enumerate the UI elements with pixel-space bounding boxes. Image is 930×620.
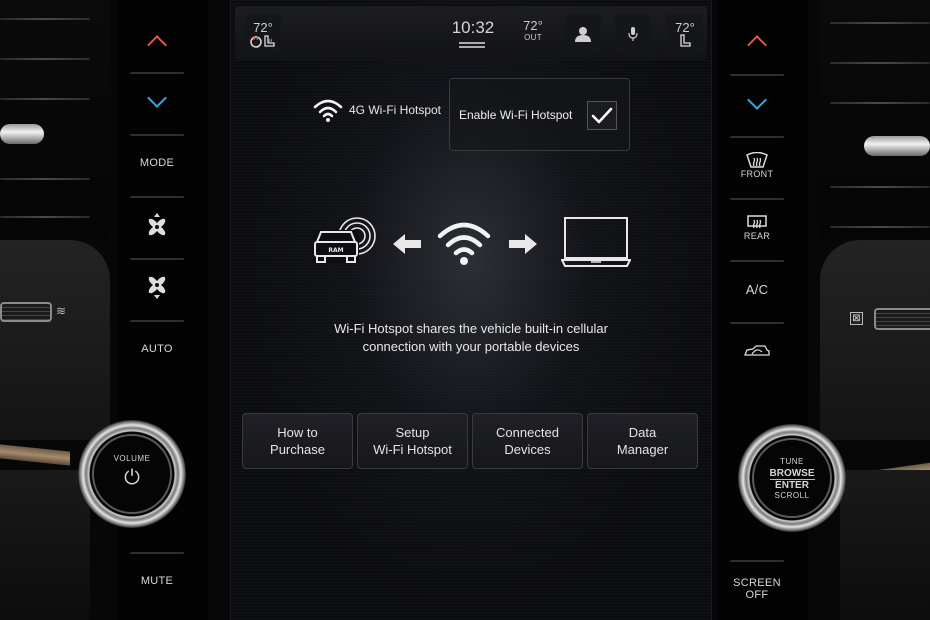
outside-temperature: 72° OUT [517,18,549,42]
browse-label: BROWSE [769,467,815,480]
volume-knob[interactable]: VOLUME ⏻ [78,420,186,528]
right-air-vent [820,0,930,240]
mode-button[interactable]: MODE [126,134,188,192]
chevron-up-icon [747,35,767,55]
how-to-purchase-button[interactable]: How to Purchase [242,413,353,469]
rear-defrost-button[interactable]: REAR [726,198,788,256]
screen-off-button[interactable]: SCREEN OFF [726,560,788,618]
right-vent-control[interactable]: ⊠ [850,306,930,332]
hotspot-menu: How to Purchase Setup Wi-Fi Hotspot Conn… [242,413,698,469]
fan-down-button[interactable] [126,258,188,316]
microphone-icon [628,27,638,41]
menu-label-line1: Setup [395,425,430,440]
menu-label-line2: Purchase [270,442,325,457]
scroll-label: SCROLL [774,490,810,500]
description-line-1: Wi-Fi Hotspot shares the vehicle built-i… [334,321,608,336]
hotspot-description: Wi-Fi Hotspot shares the vehicle built-i… [271,320,671,356]
laptop-icon [561,217,631,267]
arrow-left-icon [393,234,421,254]
front-defrost-icon [746,151,768,168]
menu-label-line1: Connected [496,425,559,440]
driver-temp: 72° [253,19,273,35]
browse-enter-knob[interactable]: TUNE BROWSE ENTER SCROLL [738,424,846,532]
right-dash-panel [820,240,930,440]
rear-defrost-icon [747,214,767,228]
mute-label: MUTE [140,575,174,587]
hotspot-diagram: RAM [311,210,631,275]
voice-button[interactable] [615,14,651,54]
left-dash-panel [0,240,110,440]
auto-button[interactable]: AUTO [126,320,188,378]
passenger-climate-tile[interactable]: 72° [667,14,703,54]
enable-hotspot-label: Enable Wi-Fi Hotspot [459,108,573,122]
mode-label: MODE [139,157,175,169]
left-lower-panel [0,470,90,620]
wifi-icon [437,222,491,265]
enable-hotspot-checkbox[interactable] [587,101,617,130]
passenger-temp: 72° [675,19,695,35]
chevron-up-icon [147,35,167,55]
driver-temp-down-button[interactable] [126,72,188,130]
driver-temp-up-button[interactable] [126,12,188,70]
enable-hotspot-toggle[interactable]: Enable Wi-Fi Hotspot [449,78,630,151]
outside-temp-label: OUT [524,33,542,42]
right-lower-panel [840,470,930,620]
touchscreen: 72° 10:32 72° OUT 72° 4G Wi-Fi Hotspot E… [230,0,712,620]
wifi-icon [313,99,343,122]
mute-button[interactable]: MUTE [126,552,188,610]
checkmark-icon [591,107,613,123]
ac-button[interactable]: A/C [726,260,788,318]
chevron-down-icon [747,90,767,110]
recirculate-icon [744,345,770,356]
menu-label-line1: How to [277,425,318,440]
heated-seat-icon [250,34,275,48]
vent-shutoff-icon: ⊠ [850,312,863,325]
passenger-temp-up-button[interactable] [726,12,788,70]
data-manager-button[interactable]: Data Manager [587,413,698,469]
hotspot-title: 4G Wi-Fi Hotspot [313,98,441,122]
power-icon: ⏻ [124,466,140,489]
rear-defrost-label: REAR [743,230,771,241]
screen-off-label-2: OFF [745,589,769,601]
seat-icon [680,33,691,47]
front-defrost-button[interactable]: FRONT [726,136,788,194]
driver-climate-tile[interactable]: 72° [245,14,281,54]
front-defrost-label: FRONT [740,168,774,179]
hotspot-title-text: 4G Wi-Fi Hotspot [349,103,442,117]
left-air-vent [0,0,110,240]
left-trim-accent [0,444,70,466]
user-icon [575,27,591,42]
svg-text:RAM: RAM [328,247,343,254]
chevron-down-icon [147,88,167,108]
truck-signal-icon: RAM [313,217,376,263]
status-bar: 72° 10:32 72° OUT 72° [235,6,707,60]
tune-label: TUNE [780,456,804,466]
recirculate-button[interactable] [726,322,788,380]
menu-label-line2: Devices [504,442,551,457]
outside-temp-value: 72° [523,18,543,33]
connected-devices-button[interactable]: Connected Devices [472,413,583,469]
menu-label-line2: Manager [616,442,669,457]
left-vent-control[interactable]: ≋ [0,300,75,324]
menu-label-line2: Wi-Fi Hotspot [373,442,452,457]
ac-label: A/C [745,281,769,297]
volume-label: VOLUME [113,453,151,463]
screen-off-label-1: SCREEN [733,577,781,589]
menu-handle-icon[interactable] [459,42,485,48]
description-line-2: connection with your portable devices [362,339,580,354]
fan-up-button[interactable] [126,196,188,254]
enter-label: ENTER [775,479,809,491]
right-vent-tab[interactable] [864,136,930,156]
left-vent-tab[interactable] [0,124,44,144]
arrow-right-icon [509,234,537,254]
auto-label: AUTO [141,343,173,355]
airflow-icon: ≋ [56,304,67,318]
profile-button[interactable] [565,14,601,54]
clock: 10:32 [451,18,495,37]
fan-up-icon [148,213,166,236]
passenger-temp-down-button[interactable] [726,74,788,132]
setup-hotspot-button[interactable]: Setup Wi-Fi Hotspot [357,413,468,469]
fan-down-icon [148,276,166,299]
menu-label-line1: Data [628,425,657,440]
